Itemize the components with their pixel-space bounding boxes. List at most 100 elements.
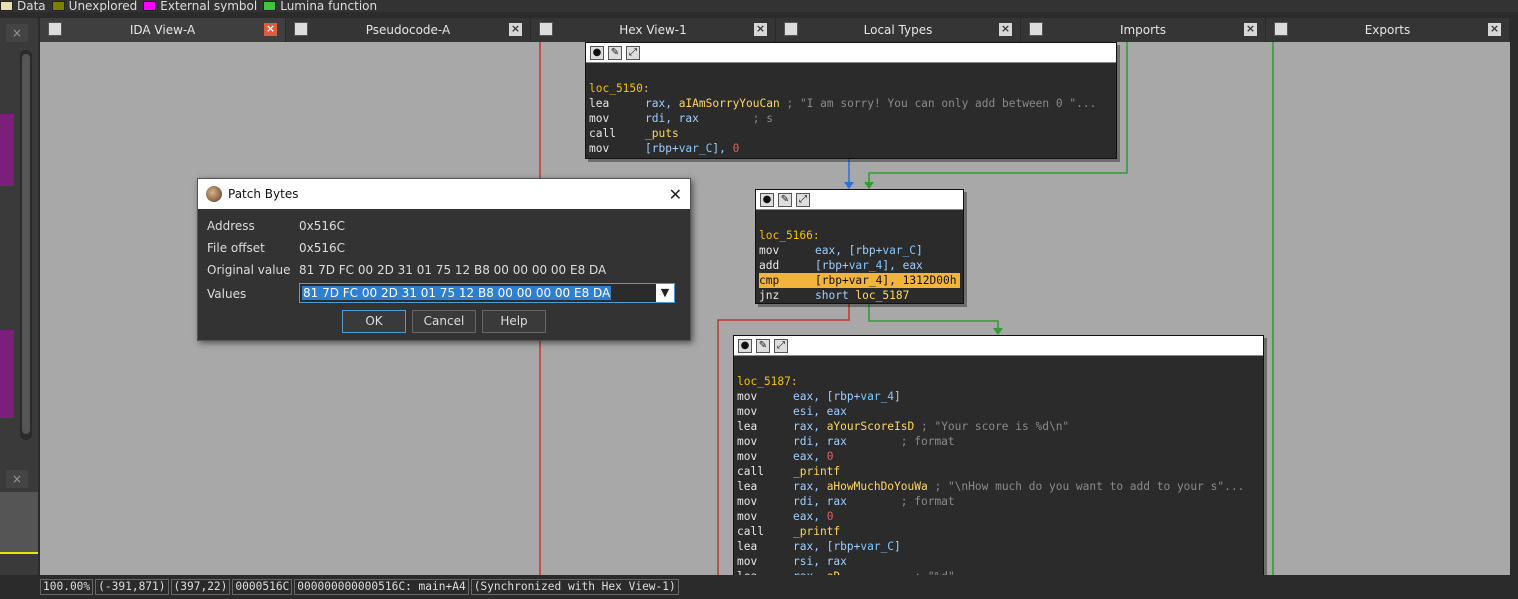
asm-line[interactable]: mov rdi, rax ; s — [589, 111, 1113, 126]
left-panel-close-button-2[interactable]: × — [6, 470, 28, 488]
scrollbar-thumb[interactable] — [22, 54, 30, 434]
field-value: 0x516C — [299, 241, 346, 255]
comment: ; format — [846, 495, 955, 508]
nav-band — [0, 114, 14, 186]
left-panel: × × — [0, 18, 38, 575]
mnemonic: call — [737, 465, 764, 478]
color-icon[interactable]: ● — [760, 192, 774, 207]
rename-icon[interactable]: ✎ — [756, 338, 770, 353]
node-label: loc_5187: — [737, 375, 798, 388]
values-input[interactable]: 81 7D FC 00 2D 31 01 75 12 B8 00 00 00 0… — [299, 283, 675, 303]
asm-line[interactable]: lea rax, [rbp+var_C] — [737, 539, 1260, 554]
help-button[interactable]: Help — [482, 310, 546, 333]
asm-line[interactable]: call _puts — [589, 126, 1113, 141]
immediate: 0 — [732, 142, 740, 155]
field-value: 81 7D FC 00 2D 31 01 75 12 B8 00 00 00 0… — [299, 263, 607, 277]
mnemonic: mov — [589, 112, 610, 125]
edge-arrowhead — [864, 182, 874, 189]
dialog-title: Patch Bytes — [228, 187, 299, 201]
color-icon[interactable]: ● — [590, 45, 604, 60]
symbol: _printf — [793, 465, 841, 478]
legend-bar: Data Unexplored External symbol Lumina func… — [0, 0, 1518, 12]
legend-swatch — [263, 1, 277, 11]
tab-close-icon[interactable]: × — [1488, 23, 1501, 36]
text-view-icon — [294, 22, 308, 36]
asm-line[interactable]: mov eax, [rbp+var_4] — [737, 389, 1260, 404]
asm-line[interactable]: lea rax, aHowMuchDoYouWa ; "\nHow much do… — [737, 479, 1260, 494]
edge-arrowhead — [993, 328, 1003, 335]
asm-line[interactable]: lea rax, aIAmSorryYouCan ; "I am sorry! Y… — [589, 96, 1113, 111]
asm-line[interactable]: lea rax, aYourScoreIsD ; "Your score is %… — [737, 419, 1260, 434]
operand: rax, — [645, 97, 679, 110]
tab-ida-view-a[interactable]: IDA View-A × — [40, 18, 286, 42]
group-icon[interactable]: ⤢ — [796, 192, 810, 207]
tab-exports[interactable]: Exports × — [1266, 18, 1510, 42]
asm-line[interactable]: call _printf — [737, 524, 1260, 539]
operand: eax, — [793, 450, 827, 463]
rename-icon[interactable]: ✎ — [608, 45, 622, 60]
tab-close-icon[interactable]: × — [264, 23, 277, 36]
field-label: File offset — [207, 241, 265, 255]
group-icon[interactable]: ⤢ — [626, 45, 640, 60]
values-input-text[interactable]: 81 7D FC 00 2D 31 01 75 12 B8 00 00 00 0… — [302, 286, 612, 300]
operand: rax, — [793, 420, 827, 433]
immediate: 0 — [826, 510, 834, 523]
field-label: Original value — [207, 263, 291, 277]
group-icon[interactable]: ⤢ — [774, 338, 788, 353]
tab-close-icon[interactable]: × — [754, 23, 767, 36]
cancel-button[interactable]: Cancel — [412, 310, 476, 333]
asm-line[interactable]: mov rdi, rax ; format — [737, 434, 1260, 449]
mnemonic: mov — [759, 244, 780, 257]
tab-close-icon[interactable]: × — [509, 23, 522, 36]
asm-line[interactable]: add [rbp+var_4], eax — [759, 258, 960, 273]
operand: [rbp+ — [815, 259, 849, 272]
asm-line[interactable]: cmp [rbp+var_4], 1312D00h — [759, 273, 960, 288]
asm-line[interactable]: mov [rbp+var_C], 0 — [589, 141, 1113, 156]
stack-var: var_C — [882, 244, 917, 257]
operand: ], — [882, 274, 903, 287]
asm-line[interactable]: call _printf — [737, 464, 1260, 479]
tab-imports[interactable]: Imports × — [1021, 18, 1266, 42]
legend-item: Data — [0, 0, 46, 12]
tab-local-types[interactable]: Local Types × — [776, 18, 1021, 42]
node-spacer — [589, 66, 1113, 81]
rename-icon[interactable]: ✎ — [778, 192, 792, 207]
mnemonic: mov — [737, 435, 758, 448]
tab-close-icon[interactable]: × — [1244, 23, 1257, 36]
tab-hex-view-1[interactable]: Hex View-1 × — [531, 18, 776, 42]
dialog-close-button[interactable]: ✕ — [669, 185, 682, 204]
symbol: aHowMuchDoYouWa — [826, 480, 928, 493]
tab-close-icon[interactable]: × — [999, 23, 1012, 36]
stack-var: var_C — [860, 540, 895, 553]
field-original-value: Original value 81 7D FC 00 2D 31 01 75 1… — [207, 260, 606, 280]
node-header: ● ✎ ⤢ — [756, 190, 963, 210]
graph-node-loc_5187[interactable]: ● ✎ ⤢ loc_5187: mov eax, [rbp+var_4] mov esi, … — [733, 335, 1264, 575]
asm-line[interactable]: mov eax, 0 — [737, 449, 1260, 464]
status-field: (397,22) — [170, 579, 231, 595]
mnemonic: call — [589, 127, 616, 140]
graph-node-loc_5166[interactable]: ● ✎ ⤢ loc_5166: mov eax, [rbp+var_C] add [rbp+… — [755, 189, 964, 304]
app-icon — [206, 186, 222, 202]
field-label: Address — [207, 219, 255, 233]
asm-line[interactable]: mov esi, eax — [737, 404, 1260, 419]
graph-node-loc_5150[interactable]: ● ✎ ⤢ loc_5150: lea rax, aIAmSorryYouCan ; "… — [585, 42, 1117, 159]
operand: [rbp+ — [645, 142, 679, 155]
operand: rax, — [793, 480, 827, 493]
left-panel-close-button[interactable]: × — [6, 24, 28, 42]
symbol: aYourScoreIsD — [826, 420, 915, 433]
asm-line[interactable]: mov eax, [rbp+var_C] — [759, 243, 960, 258]
mnemonic: mov — [589, 142, 610, 155]
values-dropdown-button[interactable]: ▼ — [656, 284, 674, 302]
left-panel-scrollbar[interactable] — [20, 50, 32, 440]
asm-line[interactable]: mov rdi, rax ; format — [737, 494, 1260, 509]
asm-line[interactable]: mov rsi, rax — [737, 554, 1260, 569]
stack-var: var_C — [678, 142, 713, 155]
color-icon[interactable]: ● — [738, 338, 752, 353]
asm-line[interactable]: jnz short loc_5187 — [759, 288, 960, 303]
operand: rdi, rax — [645, 112, 699, 125]
tab-pseudocode-a[interactable]: Pseudocode-A × — [286, 18, 531, 42]
asm-line[interactable]: mov eax, 0 — [737, 509, 1260, 524]
operand: eax, [rbp+ — [793, 390, 861, 403]
field-file-offset: File offset 0x516C — [207, 238, 345, 258]
ok-button[interactable]: OK — [342, 310, 406, 333]
